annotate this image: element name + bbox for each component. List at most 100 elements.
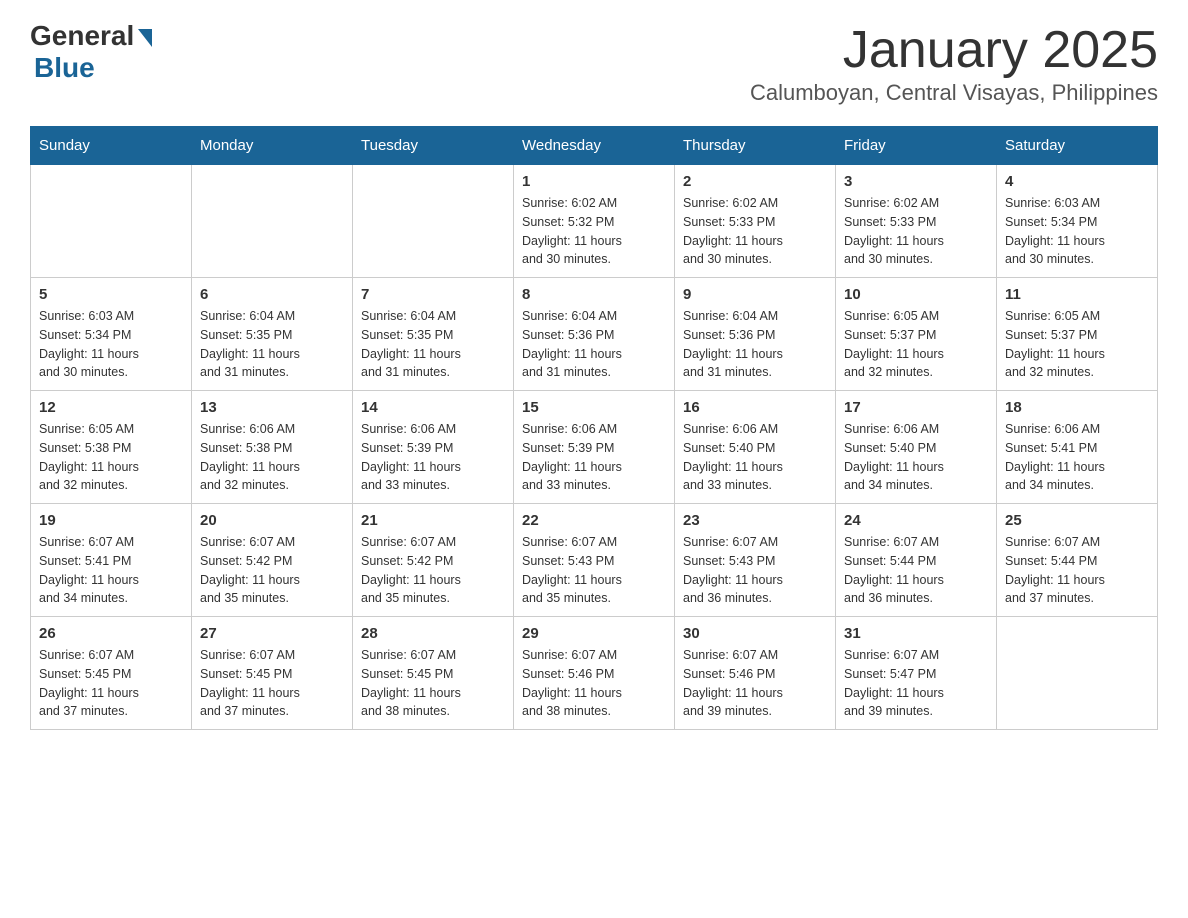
calendar-cell: 9Sunrise: 6:04 AM Sunset: 5:36 PM Daylig… <box>675 278 836 391</box>
calendar-cell: 3Sunrise: 6:02 AM Sunset: 5:33 PM Daylig… <box>836 165 997 278</box>
day-info: Sunrise: 6:03 AM Sunset: 5:34 PM Dayligh… <box>39 307 183 382</box>
calendar-cell: 28 Sunrise: 6:07 AM Sunset: 5:45 PM Dayli… <box>353 617 514 730</box>
title-area: January 2025 Calumboyan, Central Visayas… <box>750 20 1158 106</box>
calendar-cell: 16 Sunrise: 6:06 AM Sunset: 5:40 PM Dayli… <box>675 391 836 504</box>
weekday-header-monday: Monday <box>192 127 353 165</box>
week-row-1: 5 Sunrise: 6:03 AM Sunset: 5:34 PM Daylig… <box>31 278 1158 391</box>
calendar-cell: 4 Sunrise: 6:03 AM Sunset: 5:34 PM Daylig… <box>997 165 1158 278</box>
calendar-cell: 22Sunrise: 6:07 AM Sunset: 5:43 PM Dayli… <box>514 504 675 617</box>
day-info: Sunrise: 6:07 AM Sunset: 5:43 PM Dayligh… <box>522 533 666 608</box>
day-info: Sunrise: 6:06 AM Sunset: 5:38 PM Dayligh… <box>200 420 344 495</box>
calendar-cell: 1Sunrise: 6:02 AM Sunset: 5:32 PM Daylig… <box>514 165 675 278</box>
day-info: Sunrise: 6:07 AM Sunset: 5:44 PM Dayligh… <box>1005 533 1149 608</box>
calendar-table: SundayMondayTuesdayWednesdayThursdayFrid… <box>30 126 1158 730</box>
day-number: 17 <box>844 399 988 416</box>
calendar-cell: 31 Sunrise: 6:07 AM Sunset: 5:47 PM Dayli… <box>836 617 997 730</box>
day-number: 12 <box>39 399 183 416</box>
day-number: 13 <box>200 399 344 416</box>
weekday-header-row: SundayMondayTuesdayWednesdayThursdayFrid… <box>31 127 1158 165</box>
calendar-cell: 30 Sunrise: 6:07 AM Sunset: 5:46 PM Dayli… <box>675 617 836 730</box>
calendar-cell: 19 Sunrise: 6:07 AM Sunset: 5:41 PM Dayli… <box>31 504 192 617</box>
week-row-2: 12 Sunrise: 6:05 AM Sunset: 5:38 PM Dayli… <box>31 391 1158 504</box>
logo-general-text: General <box>30 20 134 52</box>
logo-arrow-icon <box>138 29 152 47</box>
day-number: 31 <box>844 625 988 642</box>
day-number: 29 <box>522 625 666 642</box>
day-info: Sunrise: 6:02 AM Sunset: 5:33 PM Dayligh… <box>844 194 988 269</box>
day-info: Sunrise: 6:04 AM Sunset: 5:35 PM Dayligh… <box>200 307 344 382</box>
calendar-cell: 5 Sunrise: 6:03 AM Sunset: 5:34 PM Daylig… <box>31 278 192 391</box>
calendar-cell <box>192 165 353 278</box>
calendar-cell: 17Sunrise: 6:06 AM Sunset: 5:40 PM Dayli… <box>836 391 997 504</box>
calendar-cell: 2Sunrise: 6:02 AM Sunset: 5:33 PM Daylig… <box>675 165 836 278</box>
calendar-cell: 18 Sunrise: 6:06 AM Sunset: 5:41 PM Dayli… <box>997 391 1158 504</box>
calendar-cell: 29 Sunrise: 6:07 AM Sunset: 5:46 PM Dayli… <box>514 617 675 730</box>
day-number: 23 <box>683 512 827 529</box>
calendar-cell: 6 Sunrise: 6:04 AM Sunset: 5:35 PM Daylig… <box>192 278 353 391</box>
day-info: Sunrise: 6:07 AM Sunset: 5:44 PM Dayligh… <box>844 533 988 608</box>
calendar-cell: 13 Sunrise: 6:06 AM Sunset: 5:38 PM Dayli… <box>192 391 353 504</box>
calendar-cell <box>997 617 1158 730</box>
day-info: Sunrise: 6:04 AM Sunset: 5:35 PM Dayligh… <box>361 307 505 382</box>
week-row-3: 19 Sunrise: 6:07 AM Sunset: 5:41 PM Dayli… <box>31 504 1158 617</box>
day-number: 5 <box>39 286 183 303</box>
day-info: Sunrise: 6:07 AM Sunset: 5:45 PM Dayligh… <box>361 646 505 721</box>
day-number: 16 <box>683 399 827 416</box>
day-info: Sunrise: 6:07 AM Sunset: 5:45 PM Dayligh… <box>200 646 344 721</box>
calendar-cell <box>353 165 514 278</box>
day-number: 1 <box>522 173 666 190</box>
calendar-cell: 12 Sunrise: 6:05 AM Sunset: 5:38 PM Dayli… <box>31 391 192 504</box>
calendar-cell: 10 Sunrise: 6:05 AM Sunset: 5:37 PM Dayli… <box>836 278 997 391</box>
day-number: 4 <box>1005 173 1149 190</box>
day-number: 10 <box>844 286 988 303</box>
day-info: Sunrise: 6:02 AM Sunset: 5:33 PM Dayligh… <box>683 194 827 269</box>
day-number: 21 <box>361 512 505 529</box>
calendar-cell: 21 Sunrise: 6:07 AM Sunset: 5:42 PM Dayli… <box>353 504 514 617</box>
weekday-header-sunday: Sunday <box>31 127 192 165</box>
day-number: 30 <box>683 625 827 642</box>
page-header: General Blue January 2025 Calumboyan, Ce… <box>30 20 1158 106</box>
day-number: 28 <box>361 625 505 642</box>
weekday-header-thursday: Thursday <box>675 127 836 165</box>
day-info: Sunrise: 6:07 AM Sunset: 5:42 PM Dayligh… <box>361 533 505 608</box>
calendar-cell: 11 Sunrise: 6:05 AM Sunset: 5:37 PM Dayli… <box>997 278 1158 391</box>
day-number: 8 <box>522 286 666 303</box>
day-info: Sunrise: 6:06 AM Sunset: 5:40 PM Dayligh… <box>683 420 827 495</box>
day-number: 25 <box>1005 512 1149 529</box>
day-info: Sunrise: 6:07 AM Sunset: 5:46 PM Dayligh… <box>683 646 827 721</box>
calendar-cell: 14 Sunrise: 6:06 AM Sunset: 5:39 PM Dayli… <box>353 391 514 504</box>
day-info: Sunrise: 6:05 AM Sunset: 5:37 PM Dayligh… <box>1005 307 1149 382</box>
day-number: 20 <box>200 512 344 529</box>
day-info: Sunrise: 6:07 AM Sunset: 5:42 PM Dayligh… <box>200 533 344 608</box>
day-info: Sunrise: 6:07 AM Sunset: 5:47 PM Dayligh… <box>844 646 988 721</box>
day-info: Sunrise: 6:04 AM Sunset: 5:36 PM Dayligh… <box>683 307 827 382</box>
day-number: 24 <box>844 512 988 529</box>
day-number: 6 <box>200 286 344 303</box>
day-info: Sunrise: 6:06 AM Sunset: 5:39 PM Dayligh… <box>361 420 505 495</box>
calendar-cell <box>31 165 192 278</box>
month-title: January 2025 <box>750 20 1158 80</box>
day-info: Sunrise: 6:06 AM Sunset: 5:39 PM Dayligh… <box>522 420 666 495</box>
week-row-0: 1Sunrise: 6:02 AM Sunset: 5:32 PM Daylig… <box>31 165 1158 278</box>
day-info: Sunrise: 6:04 AM Sunset: 5:36 PM Dayligh… <box>522 307 666 382</box>
calendar-cell: 23 Sunrise: 6:07 AM Sunset: 5:43 PM Dayli… <box>675 504 836 617</box>
day-number: 14 <box>361 399 505 416</box>
day-info: Sunrise: 6:07 AM Sunset: 5:41 PM Dayligh… <box>39 533 183 608</box>
weekday-header-friday: Friday <box>836 127 997 165</box>
day-info: Sunrise: 6:05 AM Sunset: 5:37 PM Dayligh… <box>844 307 988 382</box>
logo: General Blue <box>30 20 152 84</box>
day-number: 19 <box>39 512 183 529</box>
day-info: Sunrise: 6:07 AM Sunset: 5:43 PM Dayligh… <box>683 533 827 608</box>
day-number: 7 <box>361 286 505 303</box>
day-number: 26 <box>39 625 183 642</box>
day-number: 11 <box>1005 286 1149 303</box>
day-number: 18 <box>1005 399 1149 416</box>
day-info: Sunrise: 6:03 AM Sunset: 5:34 PM Dayligh… <box>1005 194 1149 269</box>
day-info: Sunrise: 6:05 AM Sunset: 5:38 PM Dayligh… <box>39 420 183 495</box>
day-info: Sunrise: 6:07 AM Sunset: 5:46 PM Dayligh… <box>522 646 666 721</box>
calendar-cell: 8 Sunrise: 6:04 AM Sunset: 5:36 PM Daylig… <box>514 278 675 391</box>
day-info: Sunrise: 6:06 AM Sunset: 5:41 PM Dayligh… <box>1005 420 1149 495</box>
day-number: 15 <box>522 399 666 416</box>
weekday-header-saturday: Saturday <box>997 127 1158 165</box>
calendar-cell: 27Sunrise: 6:07 AM Sunset: 5:45 PM Dayli… <box>192 617 353 730</box>
